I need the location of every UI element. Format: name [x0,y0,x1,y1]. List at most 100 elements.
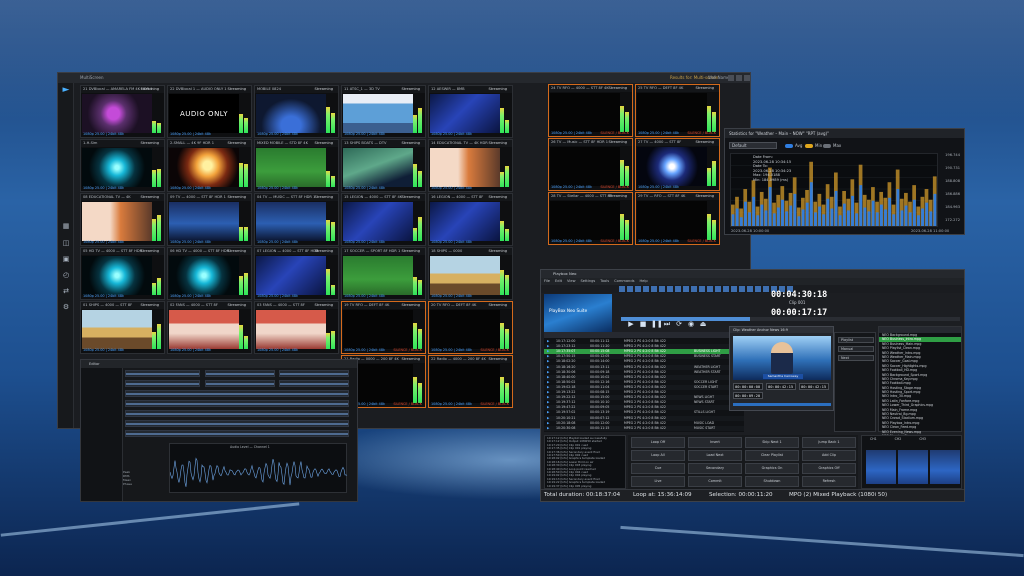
pause-icon[interactable]: ❚❚ [651,320,663,328]
toolbar-button-icon[interactable] [723,286,729,292]
multiviewer-tile[interactable]: 25 TV RFO — DEFT 8F 4K Streaming 1080p 25.… [635,84,720,137]
multiviewer-tile[interactable]: MIXED MOBILE — STD 8F 4K Streaming 1080p 2… [254,139,339,192]
multiviewer-tile[interactable]: 12 AESWIR — 8MB Streaming 1080p 25.00 | 24… [428,85,513,138]
timeline-track[interactable] [125,400,349,407]
command-button[interactable]: Insert [688,437,742,448]
command-button[interactable]: Secondary [688,463,742,474]
command-button[interactable]: Clear Playlist [745,450,799,461]
toolbar-button-icon[interactable] [635,286,641,292]
multiviewer-tile[interactable]: 21 DVBlocal — AMARELA FM 4K HDR 1 Streami… [80,85,165,138]
command-button[interactable]: Refresh [802,476,856,487]
multiviewer-tile[interactable]: 15 LEGION — 4000 — STT 8F 4K Streaming 108… [341,193,426,246]
timeline-track[interactable] [125,380,200,387]
multiviewer-tile[interactable]: 24 TV RFO — 4000 — STT 8F 4K Streaming 108… [548,84,633,137]
command-button[interactable]: Graphics On [745,463,799,474]
minimize-button[interactable] [728,75,734,81]
multiviewer-tile[interactable]: 22 DVBlocal 1 — AUDIO ONLY 1 Streaming AUD… [167,85,252,138]
toolbar-button-icon[interactable] [739,286,745,292]
command-button[interactable]: Commit [688,476,742,487]
timeline-track[interactable] [279,370,349,377]
toolbar-button-icon[interactable] [659,286,665,292]
multiviewer-tile[interactable]: 03 FANS — 4000 — STT 8F Streaming 1080p 25… [254,301,339,354]
timeline-track[interactable] [125,390,349,397]
command-button[interactable]: Cue [631,463,685,474]
settings-icon[interactable]: ⚙ [62,304,70,311]
timeline-track[interactable] [125,370,200,377]
toolbar-button-icon[interactable] [731,286,737,292]
toolbar-button-icon[interactable] [763,286,769,292]
multiviewer-tile[interactable]: 27 TV — 4000 — STT 8F Streaming 1080p 25.0… [635,138,720,191]
toolbar-button-icon[interactable] [707,286,713,292]
multiviewer-tile[interactable]: 11 ATSC_1 — 3D TV Streaming 1080p 25.00 | … [341,85,426,138]
timeline-track[interactable] [205,380,275,387]
next-icon[interactable]: ⏭ [663,320,671,328]
multiviewer-tile[interactable]: 07 LEGION — 4000 — STT 8F HDR Streaming 10… [254,247,339,300]
command-button[interactable]: Add Clip [802,450,856,461]
monitor-icon[interactable]: ▣ [62,256,70,263]
preview-scrub-slider[interactable] [733,403,831,406]
multiviewer-tile[interactable]: 05 HD TV — 4000 — STT 8F HDR Streaming 108… [80,247,165,300]
statistics-preset-dropdown[interactable]: Default [729,142,777,149]
play-icon[interactable]: ▶ [627,320,635,328]
multiviewer-tile[interactable]: 09 TV — 4000 — STT 8F HDR 1 Streaming 1080… [167,193,252,246]
multiviewer-tile[interactable]: 29 TV — RFO — STT 8F 4K Streaming 1080p 25… [635,192,720,245]
toggle-avg[interactable]: Avg [785,142,802,149]
playlist-row[interactable]: 10:20:30:08 00:00:11:15 MPEG 2 PS 4:2:0 8 … [544,425,744,431]
command-button[interactable]: Shutdown [745,476,799,487]
grid-view-icon[interactable]: ▦ [62,223,70,230]
multiviewer-tile[interactable]: 22 Radio — 4000 — 200 8F 4K Streaming 1080… [428,355,513,408]
side-button-next[interactable]: Next [838,355,874,361]
timeline-track[interactable] [125,410,349,417]
playback-progress[interactable] [621,317,960,321]
multiviewer-tile[interactable]: 28 TV — Stellar — 4000 — STT 8F Streaming… [548,192,633,245]
menu-item-view[interactable]: View [567,279,576,283]
toolbar-button-icon[interactable] [627,286,633,292]
side-button-playlist[interactable]: Playlist [838,337,874,343]
multiviewer-tile[interactable]: 04 TV — MUSIC — STT 8F HDR 1 Streaming 108… [254,193,339,246]
menu-item-commands[interactable]: Commands [614,279,634,283]
toggle-min[interactable]: Min [805,142,822,149]
multiviewer-tile[interactable]: 18 SHIPS — 0000 Streaming 1080p 25.00 | 24… [428,247,513,300]
multiviewer-tile[interactable]: 08 EDUCATIONAL TV — 4K Streaming 1080p 25.… [80,193,165,246]
multiviewer-tile[interactable]: 06 HD TV — 4000 — STT 8F HDR Streaming 108… [167,247,252,300]
layout-icon[interactable]: ◫ [62,240,70,247]
multiviewer-tile[interactable]: 20 TV RFO — DEFT 8F 4K Streaming 1080p 25.… [428,301,513,354]
side-button-manual[interactable]: Manual [838,346,874,352]
command-button[interactable]: Live [631,476,685,487]
eject-icon[interactable]: ⏏ [699,320,707,328]
multiviewer-tile[interactable]: 17 SOCCER — SPORT 8F HDR 1 Streaming 1080p… [341,247,426,300]
toolbar-button-icon[interactable] [691,286,697,292]
stop-icon[interactable]: ■ [639,320,647,328]
command-button[interactable]: Loop Off [631,437,685,448]
maximize-button[interactable] [736,75,742,81]
toolbar-button-icon[interactable] [755,286,761,292]
multiviewer-tile[interactable]: MOBILE 0824 Streaming 1080p 25.00 | 24bit … [254,85,339,138]
command-button[interactable]: Load Next [688,450,742,461]
toolbar-button-icon[interactable] [643,286,649,292]
toolbar-button-icon[interactable] [683,286,689,292]
menu-item-edit[interactable]: Edit [555,279,562,283]
timeline-track[interactable] [205,370,275,377]
cue-icon[interactable]: ◉ [687,320,695,328]
command-button[interactable]: Jump Back 1 [802,437,856,448]
command-button[interactable]: Skip Next 1 [745,437,799,448]
toolbar-button-icon[interactable] [747,286,753,292]
multiviewer-tile[interactable]: 1-H-Sim Streaming 1080p 25.00 | 24bit 48k [80,139,165,192]
multiviewer-tile[interactable]: 13 SHIPS BOATS — DTV Streaming 1080p 25.00… [341,139,426,192]
multiviewer-tile[interactable]: 16 LEGION — 4000 — STT 8F Streaming 1080p … [428,193,513,246]
toolbar-button-icon[interactable] [715,286,721,292]
timeline-track[interactable] [125,430,349,437]
toggle-max[interactable]: Max [823,142,841,149]
multiviewer-tile[interactable]: 01 SHIPS — 4000 — STT 8F Streaming 1080p 2… [80,301,165,354]
command-button[interactable]: Graphics Off [802,463,856,474]
menu-item-tools[interactable]: Tools [600,279,609,283]
toolbar-button-icon[interactable] [675,286,681,292]
close-button[interactable] [744,75,750,81]
toolbar-button-icon[interactable] [651,286,657,292]
timeline-track[interactable] [125,420,349,427]
multiviewer-tile[interactable]: 14 EDUCATIONAL TV — 4K HDR Streaming 1080p… [428,139,513,192]
toolbar-button-icon[interactable] [619,286,625,292]
multiviewer-tile[interactable]: 2-SMALL — 4K 9F HDR 1 Streaming 1080p 25.0… [167,139,252,192]
menu-item-help[interactable]: Help [639,279,647,283]
shuffle-icon[interactable]: ⇄ [62,288,70,295]
